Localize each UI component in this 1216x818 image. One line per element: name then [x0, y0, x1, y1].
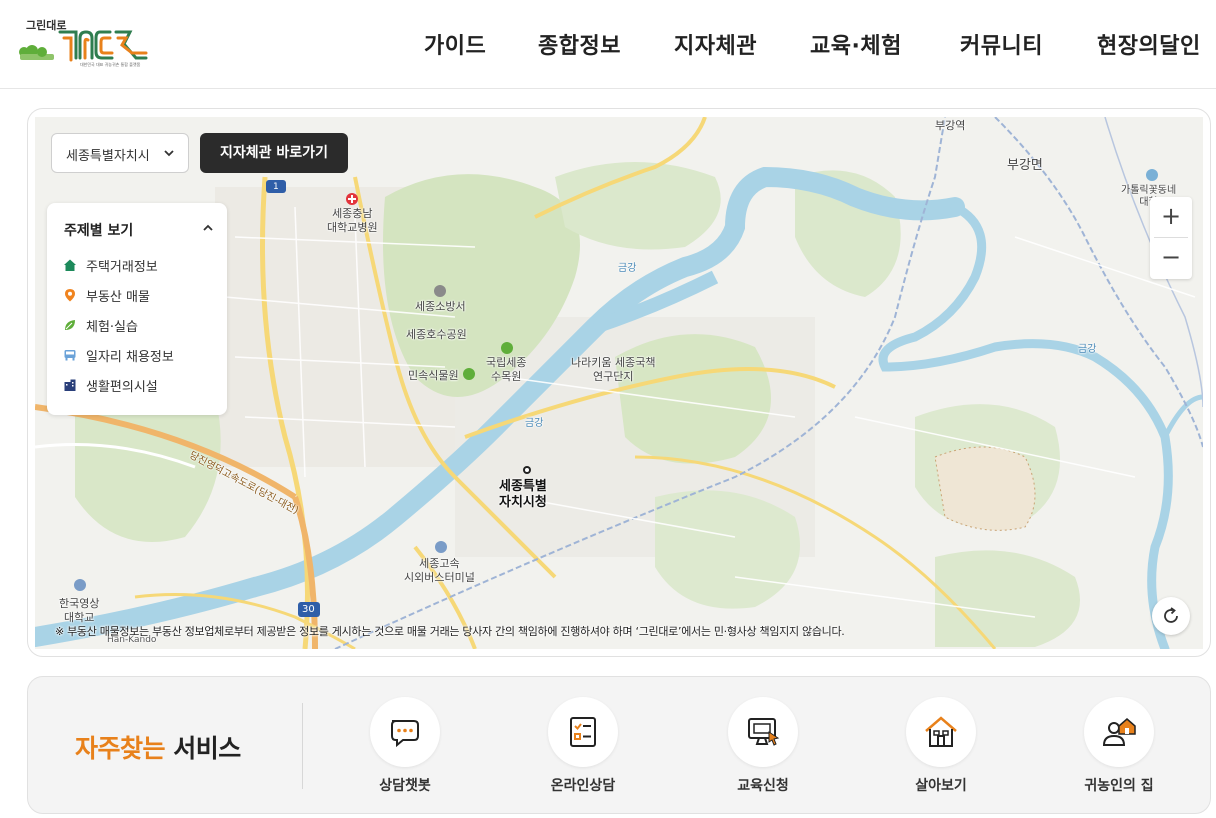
building-icon: [64, 379, 76, 391]
theme-item-housing[interactable]: 주택거래정보: [63, 255, 158, 275]
map-label-bugang-myeon: 부강면: [1007, 158, 1043, 173]
map-label-university: 한국영상 대학교: [59, 597, 100, 624]
service-icon-circle: [906, 697, 976, 767]
service-returning-farmer-home[interactable]: 귀농인의 집: [1064, 697, 1174, 797]
goto-local-gov-button[interactable]: 지자체관 바로가기: [200, 133, 348, 173]
services-divider: [302, 703, 303, 789]
site-header: 그린대로 대한민국 대표 귀농귀촌 통합 플랫폼 가이드 종합정보 지자체관 교…: [0, 0, 1216, 89]
leaf-icon: [65, 320, 75, 330]
monitor-click-icon: [748, 718, 780, 746]
map-label-bugang-station: 부강역: [935, 119, 966, 132]
service-chatbot[interactable]: 상담챗봇: [350, 697, 460, 797]
theme-item-label: 주택거래정보: [86, 259, 158, 275]
map-label-river-3: 금강: [1078, 344, 1097, 355]
service-try-living[interactable]: 살아보기: [886, 697, 996, 797]
map-label-research-complex: 나라키움 세종국책 연구단지: [571, 356, 656, 383]
service-label: 온라인상담: [550, 778, 616, 794]
checklist-icon: [570, 717, 596, 747]
service-label: 살아보기: [915, 778, 967, 794]
map-label-hospital: 세종충남 대학교병원: [327, 207, 378, 234]
map-card: 세종충남 대학교병원 세종소방서 세종호수공원 국립세종 수목원 민속식물원 나…: [27, 108, 1211, 657]
services-title-accent: 자주찾는: [75, 734, 166, 763]
frequent-services: 자주찾는 서비스 상담챗봇 온라인상담 교육신청 살아보기 귀농인의 집: [27, 676, 1211, 814]
zoom-in-button[interactable]: +: [1150, 197, 1192, 237]
nav-field-master[interactable]: 현장의달인: [1097, 28, 1201, 62]
zoom-out-button[interactable]: −: [1150, 238, 1192, 278]
services-title-rest: 서비스: [165, 734, 241, 763]
theme-panel: 주제별 보기 주택거래정보 부동산 매물 체험·실습 일자리 채용정보 생활편의…: [47, 203, 227, 415]
location-pin-icon: [65, 289, 75, 302]
theme-item-jobs[interactable]: 일자리 채용정보: [63, 345, 174, 365]
house-icon: [64, 259, 76, 271]
theme-item-label: 일자리 채용정보: [86, 349, 174, 365]
map-label-river-1: 금강: [618, 263, 637, 274]
chat-bubble-icon: [391, 720, 419, 748]
service-icon-circle: [548, 697, 618, 767]
nav-education[interactable]: 교육·체험: [810, 28, 902, 62]
theme-item-label: 생활편의시설: [86, 379, 158, 395]
map-disclaimer: ※ 부동산 매물정보는 부동산 정보업체로부터 제공받은 정보를 게시하는 것으…: [55, 625, 845, 638]
map-reset-button[interactable]: [1152, 597, 1190, 635]
theme-item-amenities[interactable]: 생활편의시설: [63, 375, 158, 395]
chevron-down-icon: [164, 150, 174, 157]
zoom-controls: + −: [1150, 197, 1192, 279]
route-1-shield: 1: [273, 182, 279, 192]
service-icon-circle: [728, 697, 798, 767]
region-select-value: 세종특별자치시: [66, 149, 150, 164]
service-label: 교육신청: [737, 778, 789, 794]
service-online-counsel[interactable]: 온라인상담: [528, 697, 638, 797]
route-30-shield: 30: [302, 604, 315, 615]
service-label: 상담챗봇: [379, 778, 431, 794]
map-label-fire-station: 세종소방서: [415, 300, 466, 313]
map-label-folk-garden: 민속식물원: [408, 369, 459, 382]
house-icon: [925, 716, 957, 747]
theme-item-real-estate[interactable]: 부동산 매물: [63, 285, 150, 305]
person-home-icon: [1102, 718, 1136, 746]
nav-general-info[interactable]: 종합정보: [538, 28, 621, 62]
theme-item-label: 부동산 매물: [86, 289, 150, 305]
map-view[interactable]: 세종충남 대학교병원 세종소방서 세종호수공원 국립세종 수목원 민속식물원 나…: [35, 117, 1203, 649]
map-label-city-hall: 세종특별 자치시청: [499, 479, 547, 510]
map-label-bus-terminal: 세종고속 시외버스터미널: [404, 557, 475, 584]
bus-icon: [64, 350, 76, 361]
service-icon-circle: [370, 697, 440, 767]
nav-local-gov[interactable]: 지자체관: [674, 28, 757, 62]
map-label-river-2: 금강: [525, 418, 544, 429]
chevron-up-icon[interactable]: [201, 221, 215, 235]
service-education-apply[interactable]: 교육신청: [708, 697, 818, 797]
service-icon-circle: [1084, 697, 1154, 767]
service-label: 귀농인의 집: [1084, 778, 1154, 794]
theme-item-experience[interactable]: 체험·실습: [63, 315, 138, 335]
site-logo[interactable]: 그린대로 대한민국 대표 귀농귀촌 통합 플랫폼: [14, 14, 154, 74]
logo-tagline: 대한민국 대표 귀농귀촌 통합 플랫폼: [80, 62, 141, 67]
services-title: 자주찾는 서비스: [75, 729, 241, 765]
theme-panel-title: 주제별 보기: [64, 223, 134, 239]
nav-guide[interactable]: 가이드: [424, 28, 486, 62]
map-label-lake-park: 세종호수공원: [406, 328, 467, 341]
refresh-icon: [1164, 607, 1178, 623]
map-label-arboretum: 국립세종 수목원: [486, 356, 527, 383]
theme-item-label: 체험·실습: [86, 319, 138, 335]
nav-community[interactable]: 커뮤니티: [960, 28, 1043, 62]
region-select[interactable]: 세종특별자치시: [51, 133, 189, 173]
